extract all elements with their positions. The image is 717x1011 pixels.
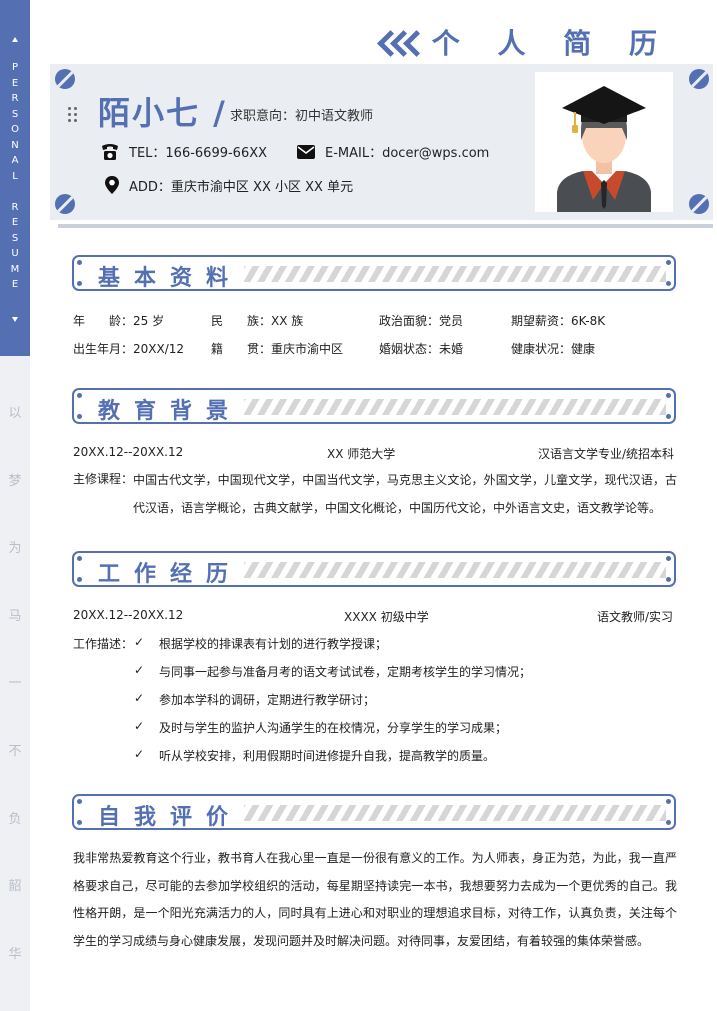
section-header-work: 工作经历 [72, 551, 676, 587]
work-item: ✓ 及时与学生的监护人沟通学生的在校情况，分享学生的学习成果； [134, 719, 508, 735]
sidebar: PE RS ON AL RE SU ME 以梦 为马 一不 负韶 华 [0, 0, 30, 1011]
email-text: E-MAIL：docer@wps.com [325, 146, 490, 161]
info-salary: 期望薪资：6K-8K [511, 314, 606, 328]
profile-card-shadow [58, 224, 713, 228]
graduate-avatar-icon [557, 86, 651, 212]
motto-vertical-text: 以梦 为马 一不 负韶 华 [8, 406, 22, 962]
contact-phone: TEL：166-6699-66XX [100, 142, 267, 161]
check-icon: ✓ [134, 719, 145, 733]
work-item: ✓ 参加本学科的调研，定期进行教学研讨； [134, 691, 376, 707]
bolt-icon [55, 69, 75, 89]
info-ethnicity: 民 族：XX 族 [211, 314, 304, 328]
info-birth: 出生年月：20XX/12 [73, 342, 185, 356]
chevrons-left-icon [377, 31, 416, 53]
hatch-decoration [244, 562, 666, 578]
info-marital: 婚姻状态：未婚 [379, 342, 464, 356]
work-period: 20XX.12--20XX.12 [73, 608, 184, 622]
contact-email: E-MAIL：docer@wps.com [296, 142, 489, 161]
drag-handle-icon[interactable] [67, 106, 79, 122]
section-title-basic: 基本资料 [98, 266, 243, 291]
resume-page: PE RS ON AL RE SU ME 以梦 为马 一不 负韶 华 个 人 简… [0, 0, 717, 1011]
bolt-icon [55, 194, 75, 214]
work-desc-label: 工作描述： [73, 637, 134, 651]
info-hometown: 籍 贯：重庆市渝中区 [211, 342, 344, 356]
mail-icon [297, 144, 315, 159]
hatch-decoration [244, 399, 666, 415]
location-pin-icon [105, 176, 119, 194]
work-item: ✓ 根据学校的排课表有计划的进行教学授课； [134, 635, 388, 651]
education-major: 汉语言文学专业/统招本科 [537, 447, 674, 461]
address-text: ADD：重庆市渝中区 XX 小区 XX 单元 [129, 179, 354, 195]
check-icon: ✓ [134, 663, 145, 677]
info-political: 政治面貌：党员 [379, 314, 464, 328]
section-header-self: 自我评价 [72, 794, 676, 830]
personal-resume-vertical-text: PE RS ON AL RE SU ME [10, 62, 20, 290]
profile-photo[interactable] [535, 72, 673, 212]
work-item: ✓ 与同事一起参与准备月考的语文考试试卷，定期考核学生的学习情况； [134, 663, 532, 679]
work-item: ✓ 听从学校安排，利用假期时间进修提升自我，提高教学的质量。 [134, 747, 496, 763]
info-age: 年 龄：25 岁 [73, 314, 165, 328]
phone-icon [102, 143, 118, 160]
work-company: XXXX 初级中学 [344, 610, 429, 624]
hatch-decoration [244, 805, 666, 821]
document-title: 个 人 简 历 [377, 24, 671, 60]
job-intention: 求职意向：初中语文教师 [230, 109, 374, 124]
section-header-education: 教育背景 [72, 388, 676, 424]
bolt-icon [689, 69, 709, 89]
info-health: 健康状况：健康 [511, 342, 596, 356]
title-text: 个 人 简 历 [431, 27, 671, 60]
section-title-education: 教育背景 [98, 399, 243, 424]
education-period: 20XX.12--20XX.12 [73, 445, 184, 459]
triangle-down-icon [12, 317, 18, 322]
section-title-self: 自我评价 [98, 805, 243, 830]
triangle-up-icon [12, 37, 18, 42]
self-evaluation-text: 我非常热爱教育这个行业，教书育人在我心里一直是一份很有意义的工作。为人师表，身正… [73, 851, 677, 948]
hatch-decoration [244, 266, 666, 282]
bolt-icon [689, 194, 709, 214]
courses-label: 主修课程： [73, 472, 134, 486]
work-position: 语文教师/实习 [596, 610, 673, 624]
section-title-work: 工作经历 [98, 562, 243, 587]
contact-address: ADD：重庆市渝中区 XX 小区 XX 单元 [104, 175, 353, 195]
sidebar-accent-band: PE RS ON AL RE SU ME [0, 0, 30, 356]
phone-text: TEL：166-6699-66XX [129, 146, 268, 161]
courses-text: 中国古代文学，中国现代文学，中国当代文学，马克思主义文论，外国文学，儿童文学，现… [133, 473, 677, 515]
candidate-name: 陌小七 / [98, 94, 227, 132]
check-icon: ✓ [134, 635, 145, 649]
check-icon: ✓ [134, 747, 145, 761]
education-school: XX 师范大学 [327, 447, 396, 461]
check-icon: ✓ [134, 691, 145, 705]
section-header-basic: 基本资料 [72, 255, 676, 291]
